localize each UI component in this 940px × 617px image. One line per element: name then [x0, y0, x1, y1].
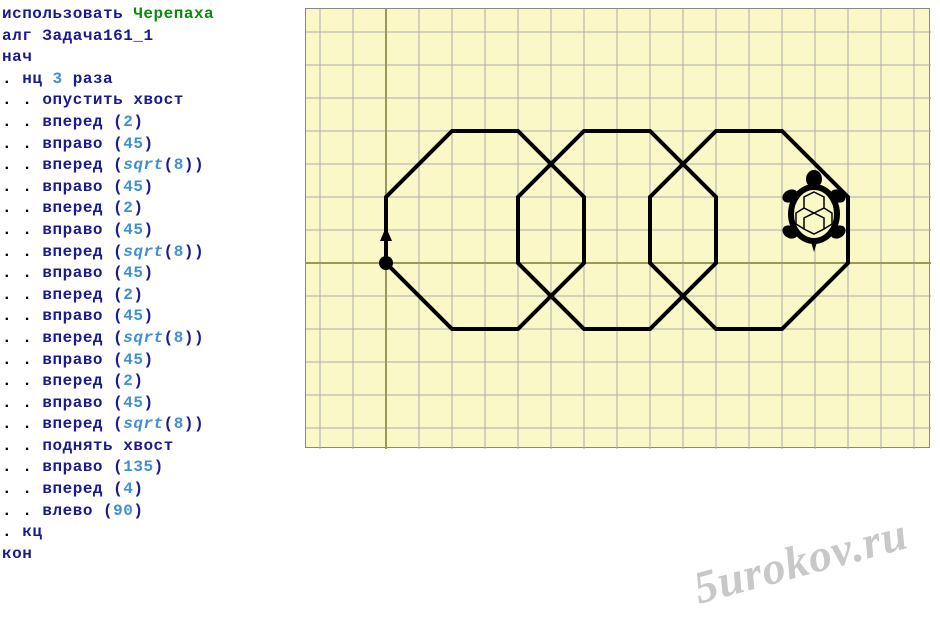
num: 8 [174, 156, 184, 174]
kw-loop: нц [22, 70, 42, 88]
code-line: . . вперед (sqrt(8)) [2, 155, 303, 177]
code-line: . . поднять хвост [2, 436, 303, 458]
num: 45 [123, 178, 143, 196]
num: 3 [53, 70, 63, 88]
code-line: . . вперед (sqrt(8)) [2, 242, 303, 264]
code-line: . . вправо (45) [2, 263, 303, 285]
code-line: . . вперед (sqrt(8)) [2, 414, 303, 436]
cmd-forward: вперед [42, 156, 103, 174]
num: 2 [123, 199, 133, 217]
num: 45 [123, 221, 143, 239]
num: 8 [174, 329, 184, 347]
cmd-left: влево [42, 502, 93, 520]
cmd-forward: вперед [42, 480, 103, 498]
cmd-forward: вперед [42, 243, 103, 261]
watermark: 5urokov.ru [688, 507, 913, 615]
num: 45 [123, 307, 143, 325]
kw-module: Черепаха [133, 5, 214, 23]
cmd-forward: вперед [42, 286, 103, 304]
func-sqrt: sqrt [123, 329, 163, 347]
kw-end: кон [2, 545, 32, 563]
cmd-forward: вперед [42, 372, 103, 390]
kw-alg: алг [2, 27, 32, 45]
code-line: . . вперед (4) [2, 479, 303, 501]
cmd-forward: вперед [42, 199, 103, 217]
code-line: . . вправо (45) [2, 134, 303, 156]
code-line: . . вправо (45) [2, 177, 303, 199]
code-line: . . вправо (45) [2, 220, 303, 242]
num: 45 [123, 264, 143, 282]
kw-begin: нач [2, 48, 32, 66]
code-line: . . вперед (2) [2, 112, 303, 134]
cmd-right: вправо [42, 135, 103, 153]
code-line: . . вперед (2) [2, 198, 303, 220]
cmd-right: вправо [42, 394, 103, 412]
kw-loop-end: кц [22, 523, 42, 541]
func-sqrt: sqrt [123, 243, 163, 261]
code-line: . . вперед (2) [2, 285, 303, 307]
cmd-forward: вперед [42, 329, 103, 347]
code-line: . . опустить хвост [2, 90, 303, 112]
alg-name: Задача161_1 [42, 27, 153, 45]
code-line: . . вправо (135) [2, 457, 303, 479]
cmd-forward: вперед [42, 113, 103, 131]
code-line: использовать Черепаха [2, 4, 303, 26]
cmd-pen-down: опустить хвост [42, 91, 183, 109]
code-line: . . вправо (45) [2, 393, 303, 415]
code-line: кон [2, 544, 303, 566]
canvas-svg [306, 9, 931, 449]
kw-use: использовать [2, 5, 123, 23]
code-line: алг Задача161_1 [2, 26, 303, 48]
num: 2 [123, 286, 133, 304]
code-line: нач [2, 47, 303, 69]
code-line: . . вперед (2) [2, 371, 303, 393]
cmd-pen-up: поднять хвост [42, 437, 173, 455]
num: 45 [123, 351, 143, 369]
num: 45 [123, 135, 143, 153]
code-line: . . вправо (45) [2, 306, 303, 328]
code-line: . кц [2, 522, 303, 544]
code-line: . . вправо (45) [2, 350, 303, 372]
num: 90 [113, 502, 133, 520]
cmd-right: вправо [42, 178, 103, 196]
code-line: . . влево (90) [2, 501, 303, 523]
code-panel: использовать Черепаха алг Задача161_1 на… [0, 0, 305, 617]
cmd-right: вправо [42, 307, 103, 325]
cmd-right: вправо [42, 264, 103, 282]
func-sqrt: sqrt [123, 156, 163, 174]
code-line: . нц 3 раза [2, 69, 303, 91]
cmd-right: вправо [42, 458, 103, 476]
cmd-right: вправо [42, 351, 103, 369]
num: 8 [174, 415, 184, 433]
cmd-forward: вперед [42, 415, 103, 433]
func-sqrt: sqrt [123, 415, 163, 433]
num: 4 [123, 480, 133, 498]
turtle-canvas [305, 8, 930, 448]
num: 135 [123, 458, 153, 476]
code-line: . . вперед (sqrt(8)) [2, 328, 303, 350]
kw-loop: раза [73, 70, 113, 88]
num: 8 [174, 243, 184, 261]
num: 45 [123, 394, 143, 412]
num: 2 [123, 113, 133, 131]
num: 2 [123, 372, 133, 390]
cmd-right: вправо [42, 221, 103, 239]
